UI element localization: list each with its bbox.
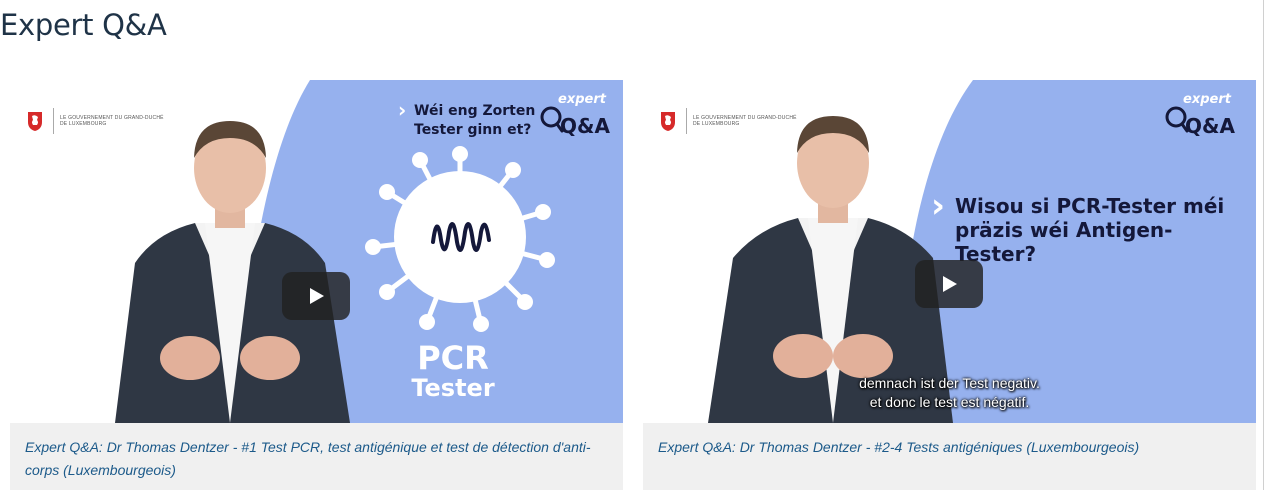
page-title: Expert Q&A (0, 8, 167, 42)
play-button[interactable] (282, 272, 350, 320)
video-title-link-2[interactable]: Expert Q&A: Dr Thomas Dentzer - #2-4 Tes… (658, 439, 1139, 455)
logo-separator (686, 108, 687, 134)
play-button[interactable] (915, 260, 983, 308)
qa-label: Q&A (560, 114, 610, 138)
video-card-2: Le Gouvernement du Grand-Duché de Luxemb… (643, 80, 1256, 490)
question-text: Wisou si PCR-Tester méi präzis wéi Antig… (955, 194, 1225, 266)
expert-qa-logo: expert Q&A (540, 92, 610, 138)
virus-icon (365, 146, 555, 332)
expert-label: expert (558, 92, 606, 107)
expert-label: expert (1183, 92, 1231, 107)
expert-qa-logo: expert Q&A (1165, 92, 1235, 138)
logo-separator (53, 108, 54, 134)
qa-label: Q&A (1185, 114, 1235, 138)
pcr-tester-label: PCR Tester (408, 339, 498, 402)
question-text: Wéi eng Zorten Tester ginn et? (414, 103, 536, 138)
red-lion-icon (661, 112, 675, 131)
pcr-label: PCR (417, 339, 489, 377)
tester-label: Tester (411, 373, 495, 402)
play-icon (310, 288, 324, 304)
video-caption-1: Expert Q&A: Dr Thomas Dentzer - #1 Test … (10, 423, 623, 490)
play-icon (943, 276, 957, 292)
video-title-link-1[interactable]: Expert Q&A: Dr Thomas Dentzer - #1 Test … (25, 439, 591, 478)
chevron-right-icon: › (398, 98, 407, 122)
video-caption-2: Expert Q&A: Dr Thomas Dentzer - #2-4 Tes… (643, 423, 1256, 490)
video-subtitle-line-2: et donc le test est négatif. (869, 394, 1030, 410)
video-subtitle-line-1: demnach ist der Test negativ. (859, 375, 1040, 391)
presenter-figure (115, 121, 350, 423)
red-lion-icon (28, 112, 42, 131)
video-player-1[interactable]: Le Gouvernement du Grand-Duché de Luxemb… (10, 80, 623, 423)
video-player-2[interactable]: Le Gouvernement du Grand-Duché de Luxemb… (643, 80, 1256, 423)
video-card-1: Le Gouvernement du Grand-Duché de Luxemb… (10, 80, 623, 490)
edge-divider (1263, 0, 1264, 490)
